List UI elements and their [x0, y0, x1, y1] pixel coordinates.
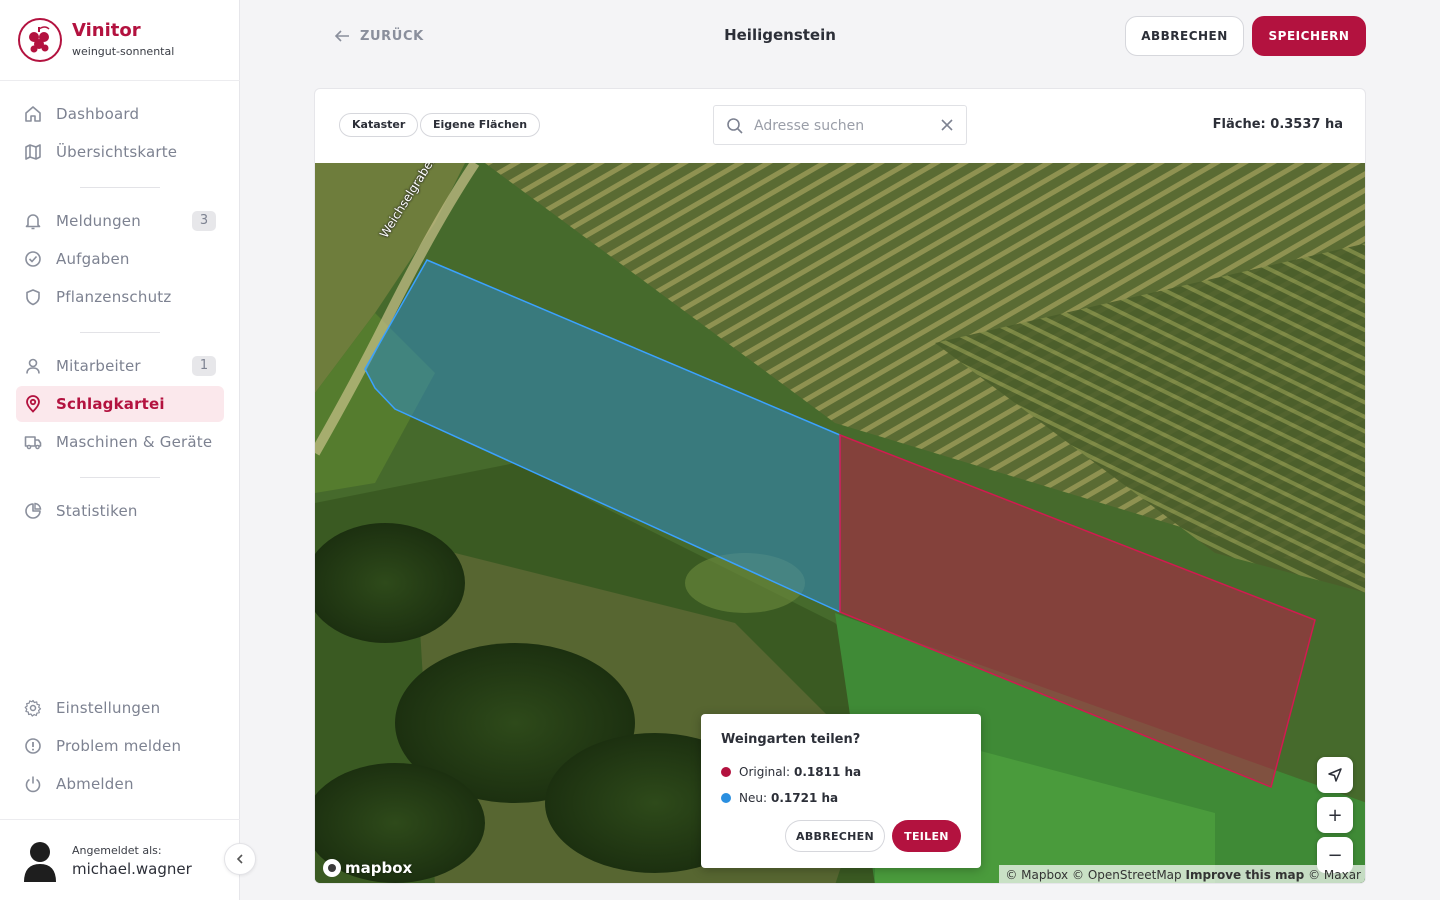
user-panel: Angemeldet als: michael.wagner — [0, 819, 240, 900]
mapbox-logo[interactable]: mapbox — [323, 859, 412, 877]
sidebar-item-field-register[interactable]: Schlagkartei — [16, 386, 224, 422]
new-value: 0.1721 ha — [771, 791, 839, 805]
new-label: Neu: — [739, 791, 768, 805]
chip-cadastre[interactable]: Kataster — [339, 113, 419, 137]
arrow-left-icon — [334, 30, 349, 42]
improve-map-link[interactable]: Improve this map — [1185, 868, 1304, 882]
page-title: Heiligenstein — [724, 26, 836, 44]
sidebar-item-plant-protection[interactable]: Pflanzenschutz — [16, 279, 224, 315]
new-dot — [721, 793, 731, 803]
sidebar-item-label: Problem melden — [56, 737, 182, 755]
sidebar-item-label: Statistiken — [56, 502, 138, 520]
map-card: Kataster Eigene Flächen Fläche: 0.3537 h… — [314, 88, 1366, 884]
back-label: ZURÜCK — [360, 28, 424, 44]
sidebar-divider — [80, 477, 160, 478]
power-icon — [25, 776, 41, 793]
mapbox-logo-icon — [323, 859, 341, 877]
close-icon[interactable] — [940, 118, 954, 132]
cancel-button[interactable]: ABBRECHEN — [1125, 16, 1244, 56]
mapbox-logo-text: mapbox — [345, 859, 413, 877]
sidebar-item-label: Meldungen — [56, 212, 141, 230]
save-button[interactable]: SPEICHERN — [1252, 16, 1366, 56]
brand-header: Vinitor weingut-sonnental — [0, 0, 240, 81]
back-button[interactable]: ZURÜCK — [334, 26, 424, 46]
map-attribution: © Mapbox © OpenStreetMap Improve this ma… — [999, 865, 1365, 883]
brand-name: Vinitor — [72, 20, 141, 41]
sidebar-item-dashboard[interactable]: Dashboard — [16, 96, 224, 132]
alert-circle-icon — [25, 738, 41, 754]
sidebar-item-label: Übersichtskarte — [56, 143, 178, 161]
attribution-osm-link[interactable]: © OpenStreetMap — [1072, 868, 1182, 882]
search-icon — [727, 118, 743, 134]
sidebar-divider — [80, 332, 160, 333]
truck-icon — [24, 436, 42, 450]
split-button[interactable]: TEILEN — [892, 820, 961, 852]
original-value: 0.1811 ha — [794, 765, 862, 779]
sidebar-item-settings[interactable]: Einstellungen — [16, 690, 224, 726]
zoom-in-button[interactable]: + — [1317, 797, 1353, 833]
area-value: Fläche: 0.3537 ha — [1212, 117, 1343, 132]
sidebar-item-report-problem[interactable]: Problem melden — [16, 728, 224, 764]
count-badge: 3 — [192, 211, 216, 231]
navigation-arrow-icon — [1328, 768, 1342, 782]
username: michael.wagner — [72, 860, 192, 878]
popup-title: Weingarten teilen? — [721, 732, 861, 747]
shield-icon — [26, 289, 40, 306]
sidebar-divider — [80, 187, 160, 188]
new-row: Neu: 0.1721 ha — [721, 791, 838, 805]
original-row: Original: 0.1811 ha — [721, 765, 861, 779]
sidebar-item-messages[interactable]: Meldungen 3 — [16, 203, 224, 239]
brand-subtitle: weingut-sonnental — [72, 45, 175, 58]
satellite-map[interactable]: Weichselgraben Weingarten teilen? Origin… — [315, 163, 1365, 883]
sidebar-item-staff[interactable]: Mitarbeiter 1 — [16, 348, 224, 384]
sidebar-item-overview-map[interactable]: Übersichtskarte — [16, 134, 224, 170]
gear-icon — [24, 699, 42, 717]
sidebar-item-label: Maschinen & Geräte — [56, 433, 213, 451]
sidebar-item-label: Dashboard — [56, 105, 140, 123]
original-dot — [721, 767, 731, 777]
chip-own-areas[interactable]: Eigene Flächen — [420, 113, 541, 137]
attribution-maxar-link[interactable]: © Maxar — [1308, 868, 1361, 882]
map-toolbar: Kataster Eigene Flächen Fläche: 0.3537 h… — [315, 89, 1365, 163]
popup-cancel-button[interactable]: ABBRECHEN — [785, 820, 885, 852]
chevron-left-icon — [236, 854, 243, 864]
sidebar-item-statistics[interactable]: Statistiken — [16, 493, 224, 529]
bell-icon — [25, 214, 41, 230]
sidebar-item-label: Schlagkartei — [56, 395, 165, 413]
map-pin-icon — [26, 395, 40, 413]
pie-chart-icon — [25, 502, 42, 519]
home-icon — [25, 106, 41, 122]
grape-logo-icon — [18, 18, 62, 62]
sidebar-item-tasks[interactable]: Aufgaben — [16, 241, 224, 277]
sidebar-item-logout[interactable]: Abmelden — [16, 766, 224, 802]
search-input[interactable] — [754, 115, 934, 137]
collapse-sidebar-button[interactable] — [224, 843, 256, 875]
map-icon — [25, 144, 41, 160]
attribution-mapbox-link[interactable]: © Mapbox — [1005, 868, 1068, 882]
check-circle-icon — [25, 251, 41, 267]
locate-button[interactable] — [1317, 757, 1353, 793]
logged-in-label: Angemeldet als: — [72, 844, 162, 857]
sidebar: Vinitor weingut-sonnental Dashboard Über… — [0, 0, 240, 900]
avatar-icon — [24, 842, 56, 882]
sidebar-item-label: Pflanzenschutz — [56, 288, 172, 306]
sidebar-item-label: Aufgaben — [56, 250, 130, 268]
count-badge: 1 — [192, 356, 216, 376]
address-search — [713, 105, 967, 145]
original-label: Original: — [739, 765, 790, 779]
sidebar-item-label: Einstellungen — [56, 699, 161, 717]
user-icon — [26, 358, 40, 374]
split-popup: Weingarten teilen? Original: 0.1811 ha N… — [701, 714, 981, 868]
sidebar-item-label: Abmelden — [56, 775, 134, 793]
sidebar-item-machines[interactable]: Maschinen & Geräte — [16, 424, 224, 460]
sidebar-item-label: Mitarbeiter — [56, 357, 141, 375]
